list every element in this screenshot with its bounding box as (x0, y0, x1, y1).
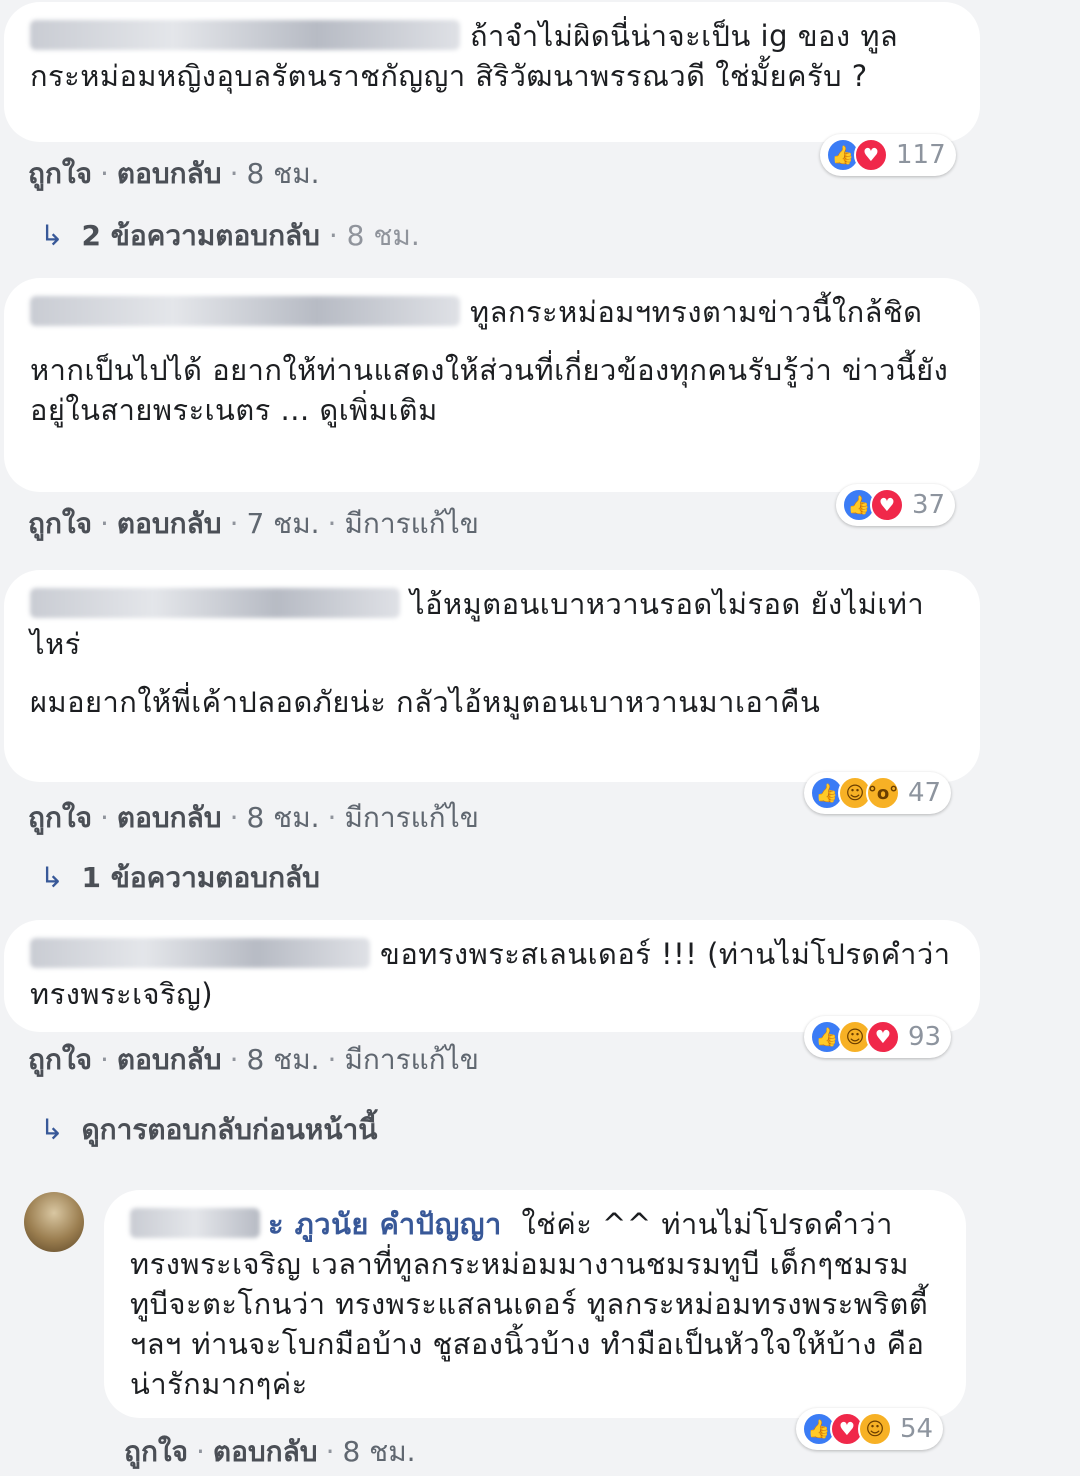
reaction-summary[interactable]: 👍 ♥ 117 (820, 134, 956, 176)
blurred-author-name[interactable] (30, 296, 460, 326)
reaction-summary[interactable]: 👍 ☺ °o° 47 (804, 772, 952, 814)
reply-arrow-icon: ↳ (40, 1113, 64, 1146)
like-link[interactable]: ถูกใจ (28, 801, 92, 834)
reaction-count: 93 (908, 1022, 942, 1052)
reply-arrow-icon: ↳ (40, 861, 64, 894)
reply-arrow-icon: ↳ (40, 219, 64, 252)
view-replies-link[interactable]: ↳ 1 ข้อความตอบกลับ (40, 856, 320, 900)
reaction-summary[interactable]: 👍 ♥ 37 (836, 484, 956, 526)
blurred-author-name[interactable] (30, 20, 460, 50)
reply-link[interactable]: ตอบกลับ (117, 801, 222, 834)
timestamp[interactable]: 8 ชม. (246, 801, 319, 834)
comment-actions: ถูกใจ · ตอบกลับ · 7 ชม. · มีการแก้ไข (28, 507, 479, 540)
comment-actions: ถูกใจ · ตอบกลับ · 8 ชม. (28, 157, 320, 190)
timestamp[interactable]: 8 ชม. (342, 1435, 415, 1468)
like-link[interactable]: ถูกใจ (28, 157, 92, 190)
comment-bubble: ถ้าจำไม่ผิดนี่น่าจะเป็น ig ของ ทูลกระหม่… (4, 2, 980, 142)
comment-bubble: ไอ้หมูตอนเบาหวานรอดไม่รอด ยังไม่เท่าไหร่… (4, 570, 980, 782)
comment-actions: ถูกใจ · ตอบกลับ · 8 ชม. (124, 1435, 416, 1468)
replies-time: 8 ชม. (346, 219, 420, 252)
like-link[interactable]: ถูกใจ (124, 1435, 188, 1468)
edited-label[interactable]: มีการแก้ไข (344, 507, 478, 540)
timestamp[interactable]: 7 ชม. (246, 507, 319, 540)
comment-text: ทูลกระหม่อมฯทรงตามข่าวนี้ใกล้ชิด (470, 295, 923, 329)
timestamp[interactable]: 8 ชม. (246, 157, 319, 190)
view-previous-replies-link[interactable]: ↳ ดูการตอบกลับก่อนหน้านี้ (40, 1108, 377, 1152)
author-name[interactable]: ะ ภูวนัย คำปัญญา (268, 1204, 502, 1244)
reaction-count: 37 (912, 490, 946, 520)
blurred-author-name[interactable] (30, 588, 400, 618)
reply-link[interactable]: ตอบกลับ (117, 507, 222, 540)
comment-bubble: ทูลกระหม่อมฯทรงตามข่าวนี้ใกล้ชิด หากเป็น… (4, 278, 980, 492)
timestamp[interactable]: 8 ชม. (246, 1043, 319, 1076)
comment-actions: ถูกใจ · ตอบกลับ · 8 ชม. · มีการแก้ไข (28, 1043, 479, 1076)
love-icon: ♥ (866, 1020, 900, 1054)
blurred-author-name[interactable] (30, 938, 370, 968)
love-icon: ♥ (870, 488, 904, 522)
love-icon: ♥ (854, 138, 888, 172)
reaction-count: 47 (908, 778, 942, 808)
comment-text: หากเป็นไปได้ อยากให้ท่านแสดงให้ส่วนที่เก… (30, 353, 949, 427)
like-link[interactable]: ถูกใจ (28, 1043, 92, 1076)
reply-link[interactable]: ตอบกลับ (117, 157, 222, 190)
reply-link[interactable]: ตอบกลับ (213, 1435, 318, 1468)
comment-text: ผมอยากให้พี่เค้าปลอดภัยน่ะ กลัวไอ้หมูตอน… (30, 685, 821, 719)
replies-label: 2 ข้อความตอบกลับ (81, 219, 320, 252)
blurred-author-name[interactable] (130, 1208, 260, 1238)
reaction-summary[interactable]: 👍 ♥ ☺ 54 (796, 1408, 944, 1450)
comment-bubble: ะ ภูวนัย คำปัญญา ใช่ค่ะ ^^ ท่านไม่โปรดคำ… (104, 1190, 966, 1418)
comment-actions: ถูกใจ · ตอบกลับ · 8 ชม. · มีการแก้ไข (28, 801, 479, 834)
avatar[interactable] (24, 1192, 84, 1252)
reaction-count: 117 (896, 140, 946, 170)
reaction-summary[interactable]: 👍 ☺ ♥ 93 (804, 1016, 952, 1058)
reply-link[interactable]: ตอบกลับ (117, 1043, 222, 1076)
replies-label: ดูการตอบกลับก่อนหน้านี้ (81, 1113, 378, 1146)
edited-label[interactable]: มีการแก้ไข (344, 801, 478, 834)
edited-label[interactable]: มีการแก้ไข (344, 1043, 478, 1076)
view-replies-link[interactable]: ↳ 2 ข้อความตอบกลับ · 8 ชม. (40, 214, 420, 258)
wow-icon: °o° (866, 776, 900, 810)
like-link[interactable]: ถูกใจ (28, 507, 92, 540)
replies-label: 1 ข้อความตอบกลับ (81, 861, 320, 894)
haha-icon: ☺ (858, 1412, 892, 1446)
reaction-count: 54 (900, 1414, 934, 1444)
